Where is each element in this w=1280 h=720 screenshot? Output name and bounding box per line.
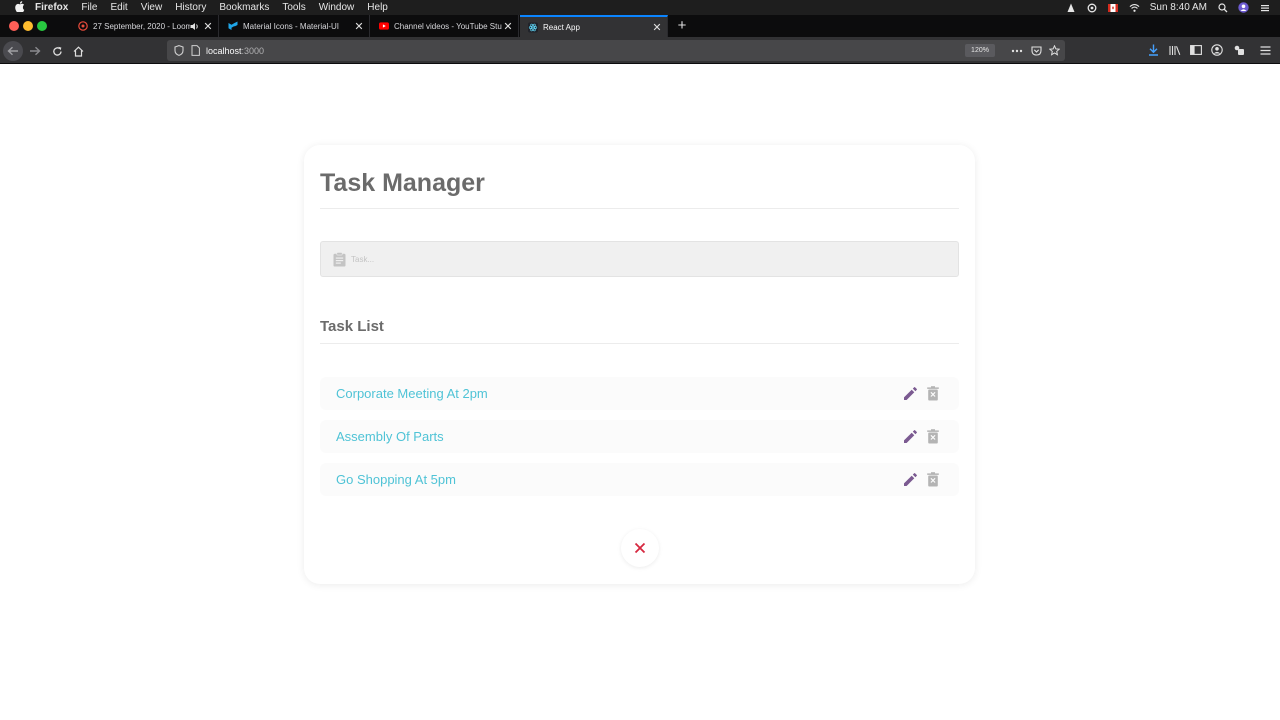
clipboard-icon [331,251,347,267]
extension-icon[interactable] [1232,43,1246,57]
close-x-icon [634,542,646,554]
tab-close-icon[interactable]: ✕ [651,21,663,34]
speaker-icon[interactable] [190,21,200,31]
bookmark-star-icon[interactable] [1047,44,1061,57]
menu-tools[interactable]: Tools [282,2,305,13]
page-actions-icon[interactable] [1010,44,1024,57]
loom-icon [78,21,88,31]
tracking-shield-icon[interactable] [173,45,185,56]
back-arrow-icon[interactable] [3,41,23,61]
tab-close-icon[interactable]: ✕ [353,20,365,33]
account-icon[interactable] [1210,43,1224,57]
delete-trash-icon[interactable] [925,472,941,488]
flag-icon[interactable] [1108,2,1119,13]
url-host: localhost [206,45,242,56]
menu-app-name[interactable]: Firefox [35,2,68,13]
task-list-item: Corporate Meeting At 2pm [320,377,959,410]
menu-history[interactable]: History [175,2,206,13]
reload-icon[interactable] [47,41,67,61]
task-list-heading: Task List [320,318,384,335]
spotlight-search-icon[interactable] [1217,2,1228,13]
page-info-icon[interactable] [189,45,201,56]
edit-pencil-icon[interactable] [902,472,918,488]
youtube-icon [379,21,389,31]
window-minimize-icon[interactable] [23,21,33,31]
macos-menubar: Firefox File Edit View History Bookmarks… [0,0,1280,15]
list-divider [320,343,959,344]
react-icon [528,22,538,32]
browser-navbar: localhost:3000 120% [0,37,1280,64]
delete-trash-icon[interactable] [925,429,941,445]
menu-window[interactable]: Window [319,2,355,13]
task-input-container[interactable] [320,241,959,277]
task-manager-card: Task Manager Task List Corporate Meeting… [304,145,975,584]
new-tab-icon[interactable]: + [675,17,689,35]
task-input[interactable] [351,254,951,264]
forward-arrow-icon[interactable] [25,41,45,61]
task-text: Assembly Of Parts [336,429,444,444]
tab-title: React App [543,22,580,32]
material-ui-icon [228,21,238,31]
tab-material-icons[interactable]: Material Icons - Material-UI ✕ [220,15,370,37]
title-divider [320,208,959,209]
downloads-icon[interactable] [1146,43,1160,57]
edit-pencil-icon[interactable] [902,386,918,402]
menu-bookmarks[interactable]: Bookmarks [219,2,269,13]
tab-close-icon[interactable]: ✕ [202,20,214,33]
browser-tab-strip: 27 September, 2020 - Loom ✕ Material Ico… [0,15,1280,37]
control-center-icon[interactable] [1259,2,1270,13]
delete-trash-icon[interactable] [925,386,941,402]
pocket-icon[interactable] [1029,44,1043,57]
window-zoom-icon[interactable] [37,21,47,31]
menubar-clock[interactable]: Sun 8:40 AM [1150,2,1207,13]
zoom-level-badge[interactable]: 120% [965,44,995,57]
apple-icon[interactable] [13,0,26,15]
url-bar[interactable]: localhost:3000 [167,40,1065,61]
tab-close-icon[interactable]: ✕ [502,20,514,33]
tab-title: 27 September, 2020 - Loom [93,21,190,31]
tab-youtube-studio[interactable]: Channel videos - YouTube Studio ✕ [371,15,519,37]
menubar-status-area: Sun 8:40 AM [1066,0,1270,15]
menu-file[interactable]: File [81,2,97,13]
home-icon[interactable] [68,41,88,61]
tab-title: Channel videos - YouTube Studio [394,21,502,31]
task-text: Corporate Meeting At 2pm [336,386,488,401]
task-text: Go Shopping At 5pm [336,472,456,487]
sidebar-toggle-icon[interactable] [1189,43,1203,57]
wifi-icon[interactable] [1129,2,1140,13]
task-list-item: Assembly Of Parts [320,420,959,453]
user-avatar-icon[interactable] [1238,2,1249,13]
menu-view[interactable]: View [141,2,163,13]
sync-icon[interactable] [1087,2,1098,13]
page-title: Task Manager [320,169,485,197]
tab-loom[interactable]: 27 September, 2020 - Loom ✕ [70,15,219,37]
menu-help[interactable]: Help [367,2,388,13]
tab-title: Material Icons - Material-UI [243,21,340,31]
url-port: :3000 [241,45,265,56]
tab-react-app[interactable]: React App ✕ [520,15,668,37]
library-icon[interactable] [1168,43,1182,57]
clear-all-button[interactable] [621,529,659,567]
edit-pencil-icon[interactable] [902,429,918,445]
window-close-icon[interactable] [9,21,19,31]
hamburger-menu-icon[interactable] [1258,43,1272,57]
task-list-item: Go Shopping At 5pm [320,463,959,496]
vlc-icon[interactable] [1066,2,1077,13]
menu-edit[interactable]: Edit [110,2,127,13]
